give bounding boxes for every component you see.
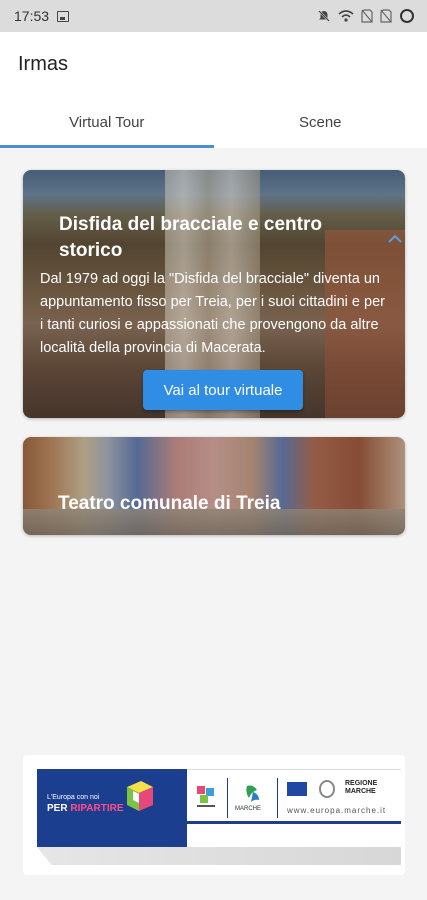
status-bar: 17:53 [0,0,427,32]
banner-slogan-big: PER RIPARTIRE [47,803,124,814]
ripartire-logo: L'Europa con noi PER RIPARTIRE [37,769,187,847]
tour-card-disfida[interactable]: Disfida del bracciale e centro storico D… [23,170,405,418]
no-sim-icon [380,9,392,23]
card-title: Teatro comunale di Treia [58,493,281,514]
cube-icon [127,781,153,811]
mute-icon [318,10,330,22]
virtual-tour-button[interactable]: Vai al tour virtuale [143,370,303,410]
image-icon [57,10,70,22]
europa-url: www.europa.marche.it [287,806,387,815]
marche-label: MARCHE [235,806,262,812]
por-fesr-logo [197,786,215,807]
institution-logos: MARCHE REGIONE MARCHE www.europa.marche.… [187,769,401,827]
tab-scene[interactable]: Scene [214,96,427,148]
hotspot-icon [338,10,354,22]
app-title: Irmas [18,52,68,75]
card-title: Disfida del bracciale e centro storico [59,214,322,261]
tab-bar: Virtual Tour Scene [0,96,427,148]
no-sim-icon [361,9,373,23]
banner-stripe [187,821,401,824]
status-icons [317,8,415,24]
tab-virtual-tour[interactable]: Virtual Tour [0,96,214,148]
italy-emblem-icon [319,780,335,798]
tour-card-teatro[interactable]: Teatro comunale di Treia [23,437,405,535]
banner-slogan-small: L'Europa con noi [47,794,100,801]
eu-funding-banner: L'Europa con noi PER RIPARTIRE MARCHE RE… [23,755,405,875]
battery-ring-icon [400,9,414,23]
eu-flag-icon [287,782,307,796]
status-time: 17:53 [14,8,50,24]
card-description: Dal 1979 ad oggi la "Disfida del braccia… [40,271,385,356]
banner-bottom-band [37,847,401,865]
chevron-up-icon[interactable] [387,234,403,244]
divider [277,778,278,818]
divider [227,778,228,818]
app-bar: Irmas [0,32,427,96]
regione-marche-label: REGIONE MARCHE [345,780,378,795]
